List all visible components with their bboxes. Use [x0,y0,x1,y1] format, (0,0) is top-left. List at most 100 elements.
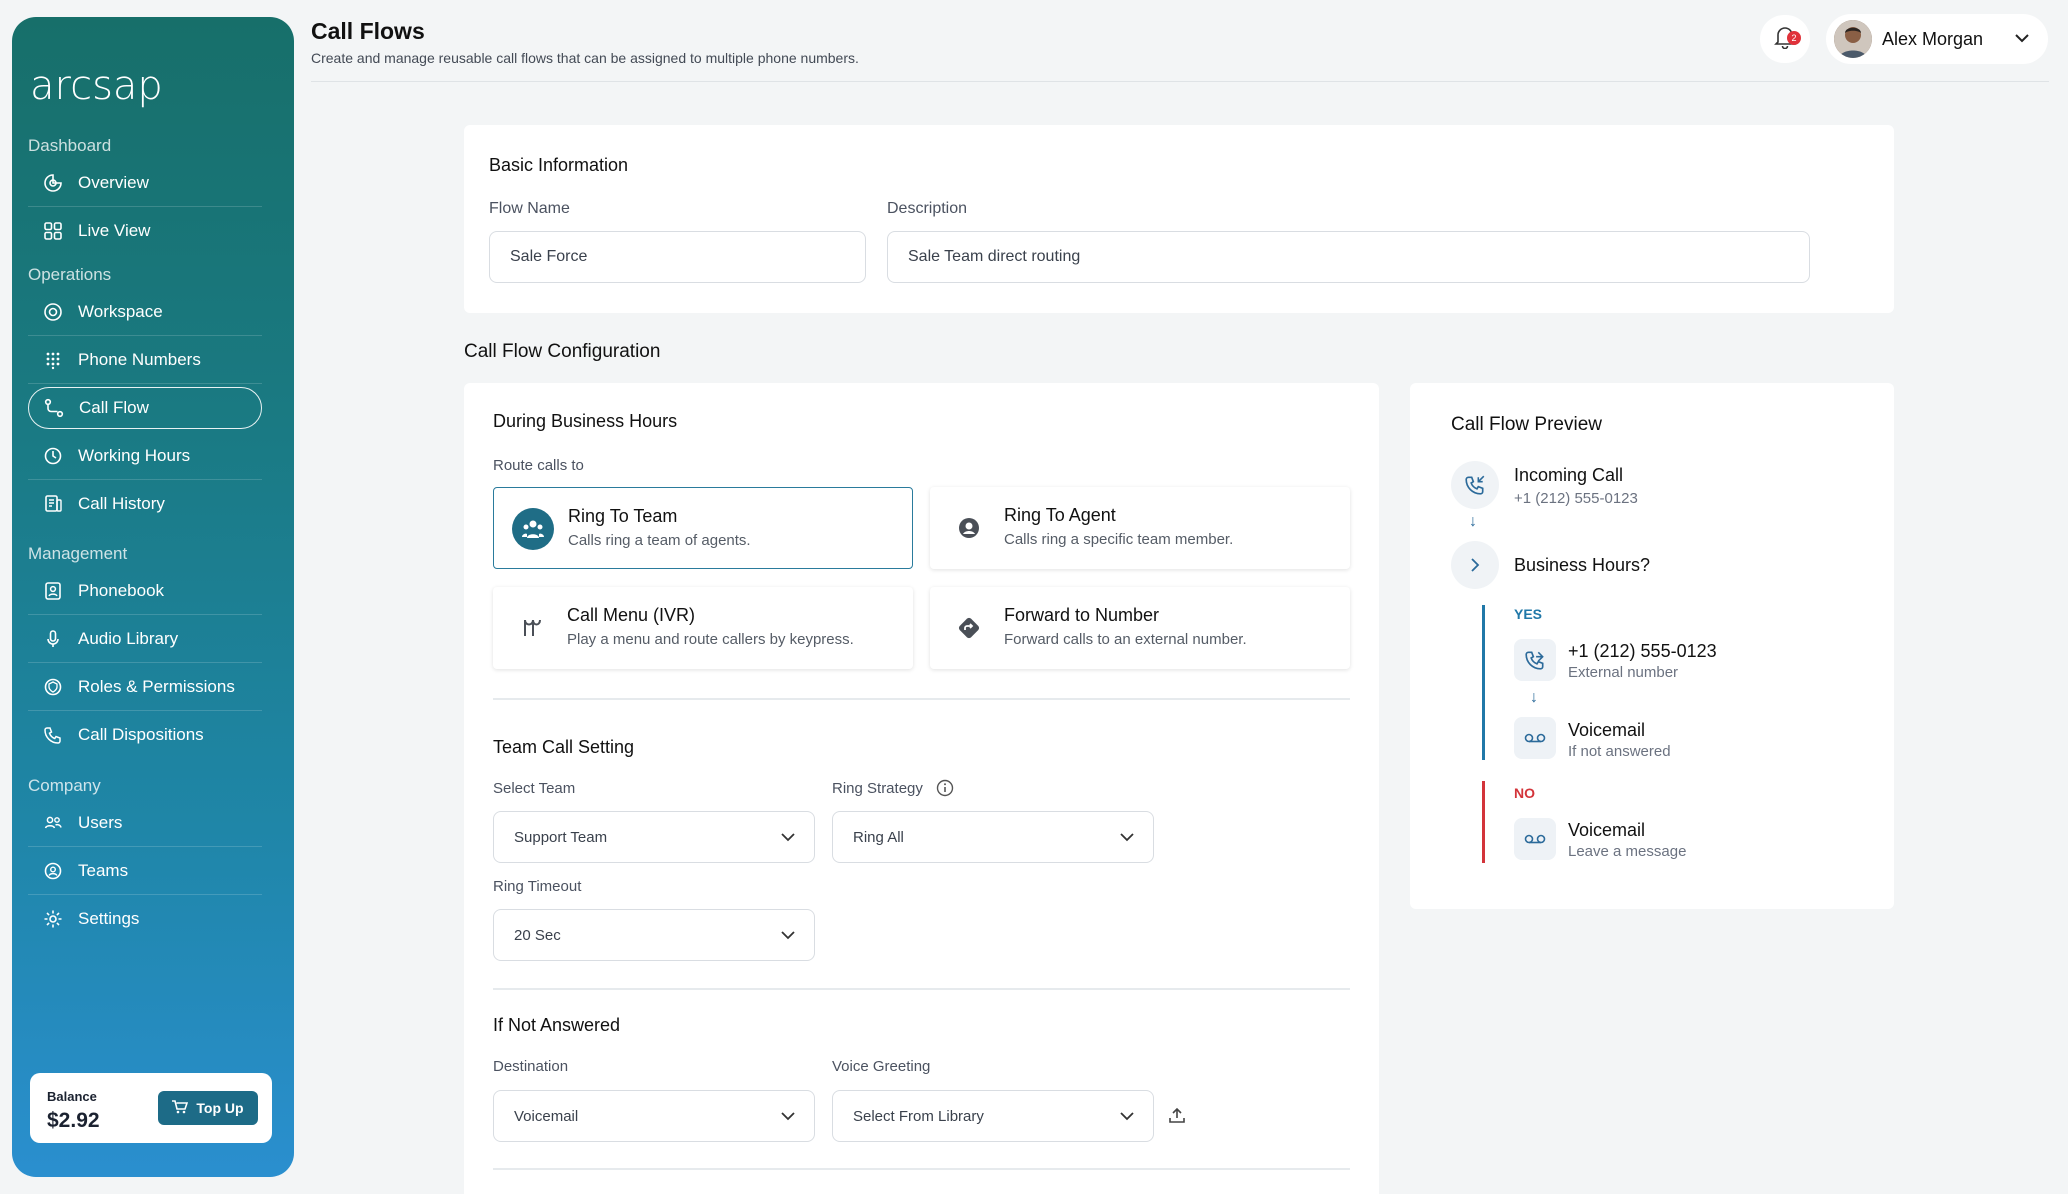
nav-group-operations: Operations Workspace Phone Numbers Call … [28,262,262,528]
sidebar-item-audio-library[interactable]: Audio Library [28,615,262,663]
arrow-down-icon: ↓ [1530,689,1538,706]
ring-timeout-value: 20 Sec [514,926,561,944]
agent-icon [948,507,990,549]
route-option-ring-to-team[interactable]: Ring To Team Calls ring a team of agents… [493,487,913,569]
sidebar-item-users[interactable]: Users [28,799,262,847]
chevron-down-icon [1119,829,1135,846]
sidebar-item-call-history[interactable]: Call History [28,480,262,528]
chevron-down-icon [780,1108,796,1125]
arrow-down-icon: ↓ [1469,513,1477,530]
avatar [1834,20,1872,58]
voicemail-icon [1514,818,1556,860]
business-hours-title: During Business Hours [493,411,678,431]
upload-icon[interactable] [1168,1106,1186,1129]
no-step-sub: Leave a message [1568,843,1687,860]
route-option-title: Ring To Team [568,506,678,526]
cart-icon [172,1099,189,1117]
route-option-desc: Play a menu and route callers by keypres… [567,631,854,648]
route-option-forward-to-number[interactable]: Forward to Number Forward calls to an ex… [930,587,1350,669]
voice-greeting-label: Voice Greeting [832,1058,931,1075]
if-not-answered-title: If Not Answered [493,1015,621,1035]
basic-information-title: Basic Information [489,155,629,175]
voice-greeting-dropdown[interactable]: Select From Library [832,1090,1154,1142]
section-divider [493,988,1350,990]
nav-group-management: Management Phonebook Audio Library Roles… [28,541,262,759]
gear-icon [42,908,64,930]
route-option-desc: Calls ring a team of agents. [568,532,751,549]
user-menu[interactable]: Alex Morgan [1826,14,2048,64]
description-label: Description [887,200,968,217]
route-option-ring-to-agent[interactable]: Ring To Agent Calls ring a specific team… [930,487,1350,569]
sidebar-item-phone-numbers[interactable]: Phone Numbers [28,336,262,384]
sidebar-item-label: Phonebook [78,580,165,600]
ring-timeout-dropdown[interactable]: 20 Sec [493,909,815,961]
forward-icon [948,607,990,649]
header-divider [311,81,2049,82]
sidebar: arcsap Dashboard Overview Live View Oper… [12,17,294,1177]
section-divider [493,698,1350,700]
call-flow-configuration-title: Call Flow Configuration [464,341,661,362]
sidebar-item-call-flow[interactable]: Call Flow [28,387,262,429]
sidebar-item-label: Call Flow [79,398,149,417]
sidebar-item-live-view[interactable]: Live View [28,207,262,255]
sidebar-item-settings[interactable]: Settings [28,895,262,943]
incoming-call-icon [1451,461,1499,509]
sidebar-item-label: Workspace [78,301,163,321]
description-input[interactable]: Sale Team direct routing [887,231,1810,283]
incoming-call-number: +1 (212) 555-0123 [1514,490,1638,507]
sidebar-item-phonebook[interactable]: Phonebook [28,567,262,615]
sidebar-item-label: Overview [78,172,149,192]
sidebar-item-label: Call History [78,494,165,513]
ring-strategy-dropdown[interactable]: Ring All [832,811,1154,863]
yes-branch-line [1482,605,1485,760]
flow-name-input[interactable]: Sale Force [489,231,866,283]
condition-title: Business Hours? [1514,555,1651,575]
dialpad-icon [42,349,64,371]
yes-step1-title: +1 (212) 555-0123 [1568,641,1717,661]
sidebar-item-overview[interactable]: Overview [28,159,262,207]
sidebar-item-roles-permissions[interactable]: Roles & Permissions [28,663,262,711]
microphone-icon [42,628,64,650]
users-icon [42,812,64,834]
forward-call-icon [1514,639,1556,681]
page-subtitle: Create and manage reusable call flows th… [311,50,859,66]
workspace-icon [42,301,64,323]
select-team-value: Support Team [514,828,608,846]
destination-label: Destination [493,1058,569,1075]
sidebar-item-label: Audio Library [78,628,179,648]
voice-greeting-value: Select From Library [853,1107,984,1125]
notifications-button[interactable]: 2 [1760,15,1810,63]
sidebar-item-teams[interactable]: Teams [28,847,262,895]
destination-dropdown[interactable]: Voicemail [493,1090,815,1142]
sidebar-item-label: Call Dispositions [78,725,204,744]
page-title: Call Flows [311,18,425,44]
info-icon[interactable] [936,779,954,802]
ring-strategy-label: Ring Strategy [832,780,923,797]
call-flow-icon [43,397,65,419]
sidebar-item-call-dispositions[interactable]: Call Dispositions [28,711,262,759]
sidebar-item-label: Teams [78,860,129,880]
route-option-call-menu-ivr[interactable]: Call Menu (IVR) Play a menu and route ca… [493,587,913,669]
balance-card: Balance $2.92 Top Up [30,1073,272,1143]
chevron-down-icon [1119,1108,1135,1125]
sidebar-item-working-hours[interactable]: Working Hours [28,432,262,480]
clock-icon [42,445,64,467]
sidebar-item-label: Working Hours [78,445,191,465]
section-divider [493,1168,1350,1170]
phonebook-icon [42,580,64,602]
yes-label: YES [1514,606,1543,622]
arcsap-logo: arcsap [30,63,163,109]
yes-step1-sub: External number [1568,664,1679,681]
overview-icon [42,172,64,194]
group-title-company: Company [28,776,101,795]
svg-text:arcsap: arcsap [30,63,163,109]
sidebar-item-label: Users [78,812,123,832]
yes-step2-title: Voicemail [1568,720,1646,740]
grid-icon [42,220,64,242]
select-team-dropdown[interactable]: Support Team [493,811,815,863]
team-icon [512,508,554,550]
phone-icon [42,724,64,746]
top-up-button[interactable]: Top Up [158,1091,258,1125]
no-step-title: Voicemail [1568,820,1646,840]
sidebar-item-workspace[interactable]: Workspace [28,288,262,336]
